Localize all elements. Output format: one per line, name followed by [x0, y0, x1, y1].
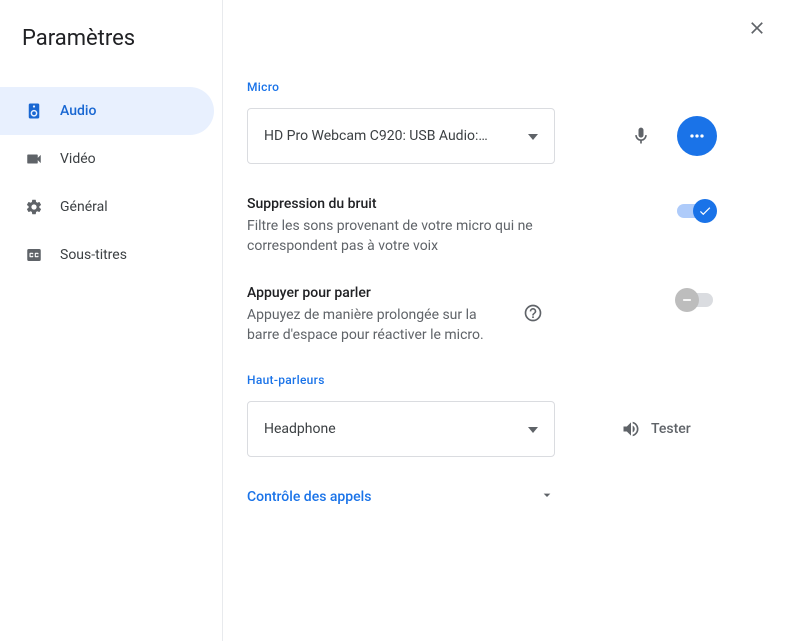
- gear-icon: [24, 198, 44, 216]
- speaker-selected-value: Headphone: [264, 421, 336, 437]
- nav-label: Audio: [60, 103, 96, 119]
- nav-label: Sous-titres: [60, 247, 127, 263]
- test-label: Tester: [651, 421, 691, 437]
- dropdown-caret-icon: [528, 128, 538, 144]
- noise-suppression-title: Suppression du bruit: [247, 196, 547, 212]
- minus-icon: [680, 293, 694, 307]
- push-to-talk-toggle[interactable]: [677, 293, 713, 307]
- close-button[interactable]: [747, 18, 767, 42]
- close-icon: [747, 18, 767, 38]
- nav-item-audio[interactable]: Audio: [0, 87, 214, 135]
- speaker-icon: [24, 102, 44, 120]
- push-to-talk-help[interactable]: [523, 303, 543, 323]
- videocam-icon: [24, 150, 44, 168]
- push-to-talk-desc: Appuyez de manière prolongée sur la barr…: [247, 305, 495, 346]
- check-icon: [698, 204, 712, 218]
- nav-item-video[interactable]: Vidéo: [0, 135, 214, 183]
- volume-icon: [621, 419, 641, 439]
- mic-indicator[interactable]: [621, 116, 661, 156]
- help-icon: [523, 303, 543, 323]
- dropdown-caret-icon: [528, 421, 538, 437]
- speaker-select[interactable]: Headphone: [247, 401, 555, 457]
- sidebar: Paramètres Audio Vidéo Général: [0, 0, 223, 641]
- settings-title: Paramètres: [0, 26, 222, 75]
- noise-suppression-desc: Filtre les sons provenant de votre micro…: [247, 216, 547, 257]
- mic-select[interactable]: HD Pro Webcam C920: USB Audio:1,…: [247, 108, 555, 164]
- mic-selected-value: HD Pro Webcam C920: USB Audio:1,…: [264, 128, 494, 144]
- test-speaker-button[interactable]: Tester: [621, 419, 691, 439]
- noise-suppression-toggle[interactable]: [677, 204, 713, 218]
- captions-icon: [24, 246, 44, 264]
- microphone-icon: [631, 126, 651, 146]
- call-control-expand[interactable]: Contrôle des appels: [247, 485, 555, 509]
- mic-more-button[interactable]: [677, 116, 717, 156]
- nav-item-general[interactable]: Général: [0, 183, 214, 231]
- chevron-down-icon: [539, 487, 555, 507]
- push-to-talk-title: Appuyer pour parler: [247, 285, 543, 301]
- content: Micro HD Pro Webcam C920: USB Audio:1,… …: [223, 0, 789, 641]
- micro-label: Micro: [247, 80, 717, 94]
- nav-item-captions[interactable]: Sous-titres: [0, 231, 214, 279]
- call-control-label: Contrôle des appels: [247, 489, 371, 505]
- nav-label: Général: [60, 199, 108, 215]
- more-horiz-icon: [687, 126, 707, 146]
- nav: Audio Vidéo Général Sous-titres: [0, 75, 222, 279]
- speakers-label: Haut-parleurs: [247, 373, 717, 387]
- nav-label: Vidéo: [60, 151, 96, 167]
